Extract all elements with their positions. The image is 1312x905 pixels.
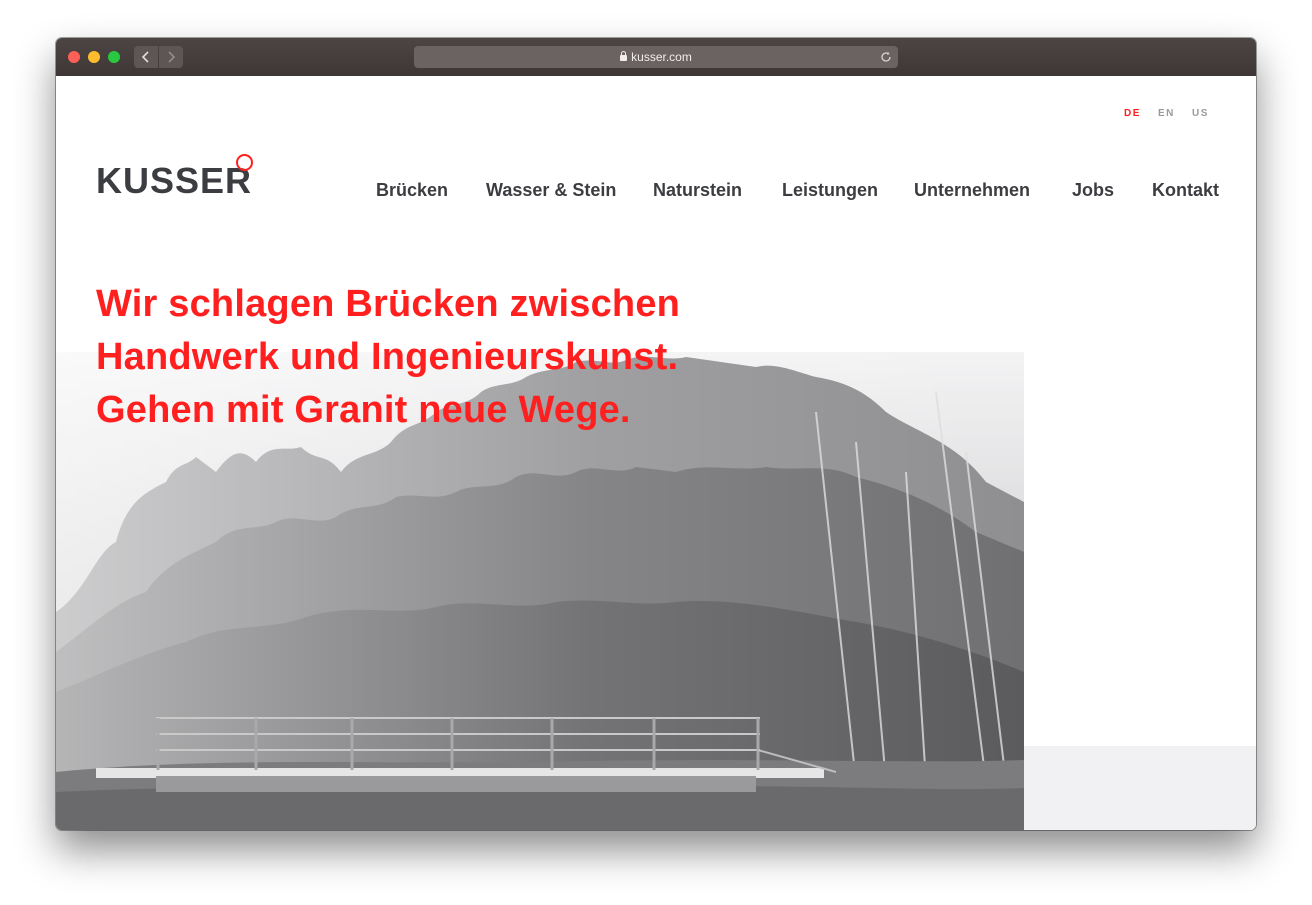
nav-bruecken[interactable]: Brücken	[376, 180, 448, 201]
nav-wasser-stein[interactable]: Wasser & Stein	[486, 180, 616, 201]
web-page: DE EN US KUSSER Brücken Wasser & Stein N…	[56, 76, 1256, 830]
headline-line-3: Gehen mit Granit neue Wege.	[96, 389, 631, 431]
browser-window: kusser.com DE EN US KUSSER Brücken Wasse…	[56, 38, 1256, 830]
kusser-logo[interactable]: KUSSER	[96, 160, 252, 202]
url-text: kusser.com	[631, 50, 692, 64]
lang-en-link[interactable]: EN	[1158, 108, 1175, 119]
lang-us-link[interactable]: US	[1192, 108, 1209, 119]
headline-line-1: Wir schlagen Brücken zwischen	[96, 283, 681, 325]
minimize-window-button[interactable]	[88, 51, 100, 63]
hero-grey-block	[1024, 746, 1256, 830]
back-button[interactable]	[134, 46, 158, 68]
close-window-button[interactable]	[68, 51, 80, 63]
nav-jobs[interactable]: Jobs	[1072, 180, 1114, 201]
nav-naturstein[interactable]: Naturstein	[653, 180, 742, 201]
logo-circle-icon	[236, 154, 253, 171]
forward-button[interactable]	[159, 46, 183, 68]
headline-line-2: Handwerk und Ingenieurskunst.	[96, 336, 679, 378]
address-bar[interactable]: kusser.com	[414, 46, 898, 68]
lock-icon	[620, 51, 628, 61]
nav-kontakt[interactable]: Kontakt	[1152, 180, 1219, 201]
nav-unternehmen[interactable]: Unternehmen	[914, 180, 1030, 201]
chevron-right-icon	[168, 51, 176, 63]
zoom-window-button[interactable]	[108, 51, 120, 63]
chevron-left-icon	[141, 51, 149, 63]
reload-icon[interactable]	[880, 46, 892, 70]
hero-headline: Wir schlagen Brücken zwischen Handwerk u…	[96, 278, 796, 437]
nav-leistungen[interactable]: Leistungen	[782, 180, 878, 201]
lang-de-link[interactable]: DE	[1124, 108, 1141, 119]
browser-titlebar: kusser.com	[56, 38, 1256, 76]
